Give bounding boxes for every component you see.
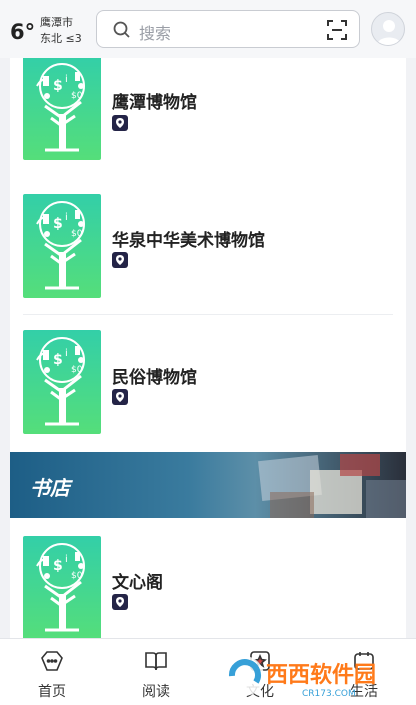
watermark-text: 西西软件园: [266, 662, 376, 688]
scan-icon[interactable]: [327, 20, 347, 44]
section-title: 书店: [30, 476, 70, 500]
museum-name: 民俗博物馆: [112, 368, 197, 388]
content-panel: 鹰潭博物馆 华泉中华美术博物馆 民俗博物馆 书店 文心阁: [10, 58, 406, 638]
temperature: 6°: [10, 20, 36, 44]
search-icon: [113, 21, 131, 43]
divider: [23, 314, 393, 315]
section-banner[interactable]: 书店: [10, 452, 406, 518]
wind-info: 东北 ≤3: [40, 32, 82, 45]
nav-label: 首页: [38, 684, 66, 700]
book-icon: [145, 652, 167, 671]
list-item[interactable]: 民俗博物馆: [10, 330, 406, 450]
museum-name: 鹰潭博物馆: [112, 93, 197, 113]
nav-home[interactable]: 首页: [0, 639, 104, 705]
location-pin-icon: [112, 389, 128, 405]
avatar[interactable]: [371, 12, 405, 46]
bookstore-thumbnail: [23, 536, 101, 638]
weather-info: 鹰潭市 东北 ≤3: [40, 15, 82, 47]
watermark-logo: 西西软件园 CR173.COM: [222, 648, 398, 702]
nav-reading[interactable]: 阅读: [104, 639, 208, 705]
location-pin-icon: [112, 252, 128, 268]
museum-thumbnail: [23, 330, 101, 434]
watermark-subtext: CR173.COM: [302, 689, 356, 699]
city-name: 鹰潭市: [40, 16, 73, 29]
list-item[interactable]: 文心阁: [10, 536, 406, 638]
museum-thumbnail: [23, 194, 101, 298]
location-pin-icon: [112, 115, 128, 131]
search-bar[interactable]: 搜索: [96, 10, 360, 48]
search-placeholder: 搜索: [139, 24, 172, 43]
museum-name: 华泉中华美术博物馆: [112, 231, 265, 251]
nav-label: 阅读: [142, 684, 170, 700]
home-icon: [41, 651, 63, 671]
location-pin-icon: [112, 594, 128, 610]
list-item[interactable]: 鹰潭博物馆: [10, 58, 406, 178]
list-item[interactable]: 华泉中华美术博物馆: [10, 194, 406, 314]
museum-thumbnail: [23, 58, 101, 160]
top-bar: 6° 鹰潭市 东北 ≤3 搜索: [0, 0, 416, 58]
bookstore-name: 文心阁: [112, 573, 163, 593]
